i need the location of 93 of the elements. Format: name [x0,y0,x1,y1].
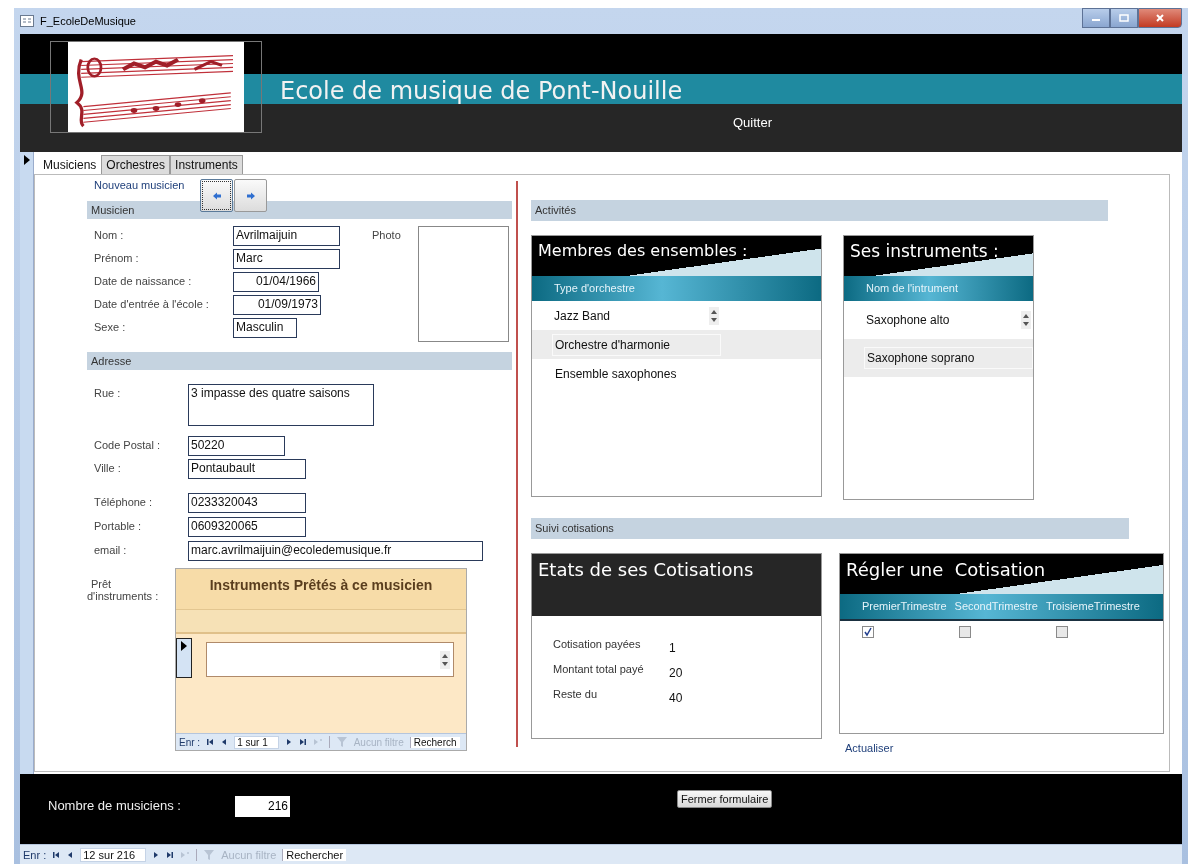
section-header: Adresse [87,352,512,370]
left-arrow-icon [211,191,222,200]
input-field[interactable]: marc.avrilmaijuin@ecoledemusique.fr [188,541,483,561]
card-title: Ses instruments : [850,241,999,261]
last-record-icon[interactable] [298,738,307,746]
input-field[interactable]: 50220 [188,436,285,456]
count-field: 216 [235,796,290,817]
input-field[interactable]: 0233320043 [188,493,306,513]
maximize-icon [1119,14,1129,22]
first-record-icon[interactable] [206,738,215,746]
field-label: Rue : [93,386,122,399]
field-label: Ville : [93,461,122,474]
checkbox[interactable] [862,626,874,638]
combo-field[interactable] [206,642,454,677]
input-field[interactable]: 0609320065 [188,517,306,537]
field-value: 40 [669,690,683,705]
input-field[interactable]: 3 impasse des quatre saisons [188,384,374,426]
field-label: Montant total payé [553,663,645,677]
input-field[interactable]: Avrilmaijuin [233,226,340,246]
record-position-field[interactable]: 1 sur 1 [234,735,279,749]
current-record-icon [23,155,30,165]
subform-title: Instruments Prêtés à ce musicien [209,576,433,595]
field-label: Téléphone : [93,495,154,508]
record-position-field[interactable]: 12 sur 216 [80,847,147,862]
column-header: Nom de l'intrument [866,282,958,294]
column-header: TroisiemeTrimestre [1045,599,1140,614]
input-field[interactable]: Pontaubault [188,459,306,479]
refresh-link[interactable]: Actualiser [839,742,1164,754]
field-label: Reste du [553,688,599,702]
field-label: email : [93,543,128,556]
record-label: Enr : [179,736,201,748]
record-selector[interactable] [176,638,192,678]
list-item[interactable]: Jazz Band [552,305,719,326]
card-title: Membres des ensembles : [538,241,748,260]
next-record-icon[interactable] [284,738,293,746]
checkbox[interactable] [1056,626,1068,638]
section-header: Activités [531,200,1108,221]
list-item[interactable]: Saxophone alto [864,310,1031,330]
field-label: Sexe : [93,320,127,333]
card-title: Etats de ses Cotisations [538,559,754,580]
field-label: Date d'entrée à l'école : [93,297,210,310]
checkbox[interactable] [959,626,971,638]
maximize-button[interactable] [1110,8,1138,28]
first-record-icon[interactable] [52,850,61,859]
input-field[interactable]: Marc [233,249,340,269]
window-title: F_EcoleDeMusique [40,15,136,27]
minimize-button[interactable] [1082,8,1110,28]
count-label: Nombre de musiciens : [48,798,182,813]
quit-link[interactable]: Quitter [733,115,772,130]
field-label: Code Postal : [93,438,162,451]
column-header: PremierTrimestre [862,599,947,614]
field-label: Nom : [93,228,125,241]
column-header: SecondTrimestre [954,599,1038,614]
tab[interactable]: Orchestres [101,155,171,174]
form-icon [20,15,34,27]
input-field[interactable]: 01/09/1973 [233,295,321,315]
field-value: 1 [669,640,676,655]
list-item[interactable]: Orchestre d'harmonie [552,333,721,356]
app-title: Ecole de musique de Pont-Nouille [280,76,684,106]
close-form-button[interactable]: Fermer formulaire [677,790,773,808]
record-label: Enr : [23,848,47,861]
input-field[interactable]: 01/04/1966 [233,272,319,292]
close-icon [1155,13,1165,23]
field-label: d'instruments : [87,590,160,602]
right-arrow-icon [245,191,256,200]
field-label: Prénom : [93,251,140,264]
search-field[interactable]: Rechercher [282,848,347,861]
scroll-arrows-icon[interactable] [709,306,719,325]
section-header: Musicien [87,201,512,219]
tab[interactable]: Instruments [170,155,243,174]
new-musician-link[interactable]: Nouveau musicien [87,179,185,191]
list-item[interactable]: Saxophone soprano [864,347,1033,369]
previous-record-icon[interactable] [66,850,75,859]
input-field[interactable]: Masculin [233,318,297,338]
last-record-icon[interactable] [166,850,175,859]
field-label: Portable : [93,519,143,532]
field-label: Date de naissance : [93,274,193,287]
field-value: 20 [669,665,683,680]
previous-record-icon[interactable] [220,738,229,746]
field-label: Prêt [90,578,113,590]
card-title: Régler une Cotisation [846,559,1046,580]
field-label: Cotisation payées [553,638,642,652]
scroll-arrows-icon[interactable] [440,650,450,669]
search-field[interactable]: Recherch [409,736,460,748]
photo-frame[interactable] [418,226,509,342]
scroll-arrows-icon[interactable] [1021,311,1031,329]
list-item[interactable]: Ensemble saxophones [552,362,721,385]
column-header: Type d'orchestre [554,282,635,294]
section-header: Suivi cotisations [531,518,1129,539]
current-record-icon [181,641,187,651]
previous-button[interactable] [200,179,233,212]
close-button[interactable] [1138,8,1182,28]
field-label: Photo [372,228,402,243]
